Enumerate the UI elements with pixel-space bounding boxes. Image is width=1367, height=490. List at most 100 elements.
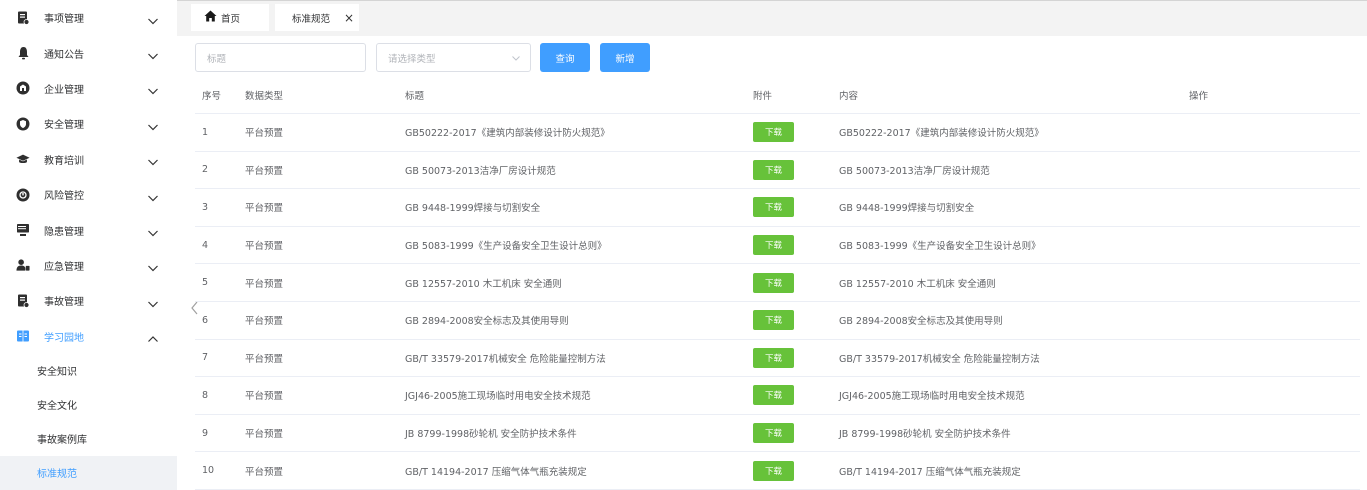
table-row: 9 平台预置 JB 8799-1998砂轮机 安全防护技术条件 下载 JB 8799-1… <box>195 415 1360 453</box>
sidebar-subitem-1[interactable]: 安全文化 <box>0 388 177 422</box>
cell-content: JB 8799-1998砂轮机 安全防护技术条件 <box>839 429 1011 441</box>
chevron-down-icon <box>147 295 159 308</box>
download-button[interactable]: 下载 <box>753 310 794 331</box>
shield-icon <box>16 117 30 131</box>
header-operation: 操作 <box>1189 91 1209 102</box>
table-row: 10 平台预置 GB/T 14194-2017 压缩气体气瓶充装规定 下载 GB/T 1… <box>195 452 1360 490</box>
book-icon <box>16 329 30 343</box>
cell-title: JB 8799-1998砂轮机 安全防护技术条件 <box>405 429 577 441</box>
cell-content: GB 12557-2010 木工机床 安全通则 <box>839 278 996 290</box>
cell-title: JGJ46-2005施工现场临时用电安全技术规范 <box>405 391 591 403</box>
sidebar-item-label: 隐患管理 <box>44 226 84 238</box>
cell-content: GB 5083-1999《生产设备安全卫生设计总则》 <box>839 241 1041 253</box>
cell-content: GB 50073-2013洁净厂房设计规范 <box>839 165 990 177</box>
type-select[interactable]: 请选择类型 <box>376 43 531 72</box>
tab-home[interactable]: 首页 <box>191 4 269 31</box>
cell-attachment: 下载 <box>747 310 832 331</box>
monitor-icon <box>16 223 30 237</box>
cell-content: GB50222-2017《建筑内部装修设计防火规范》 <box>839 128 1044 140</box>
sidebar-item-label: 企业管理 <box>44 84 84 96</box>
cell-type: 平台预置 <box>245 429 284 441</box>
cell-attachment: 下载 <box>747 272 832 293</box>
table-body: 1 平台预置 GB50222-2017《建筑内部装修设计防火规范》 下载 GB50222… <box>195 114 1360 490</box>
query-button[interactable]: 查询 <box>540 43 590 72</box>
bell-icon <box>16 46 30 60</box>
download-button[interactable]: 下载 <box>753 347 794 368</box>
download-button[interactable]: 下载 <box>753 235 794 256</box>
chevron-up-icon <box>147 330 159 343</box>
sidebar-item-2[interactable]: 企业管理 <box>0 71 177 106</box>
cell-content: GB/T 14194-2017 压缩气体气瓶充装规定 <box>839 466 1021 478</box>
cell-type: 平台预置 <box>245 128 284 140</box>
sidebar-item-label: 教育培训 <box>44 155 84 167</box>
home-icon <box>204 10 217 25</box>
download-button[interactable]: 下载 <box>753 122 794 143</box>
header-attachment: 附件 <box>753 91 773 102</box>
cell-content: GB 9448-1999焊接与切割安全 <box>839 203 975 215</box>
cell-title: GB50222-2017《建筑内部装修设计防火规范》 <box>405 128 610 140</box>
chevron-down-icon <box>147 153 159 166</box>
cell-no: 5 <box>202 277 209 289</box>
close-icon[interactable]: × <box>344 11 354 25</box>
tab-home-label: 首页 <box>221 13 241 25</box>
building-badge-icon <box>16 81 30 95</box>
cell-type: 平台预置 <box>245 466 284 478</box>
chevron-down-icon <box>147 259 159 272</box>
table-row: 4 平台预置 GB 5083-1999《生产设备安全卫生设计总则》 下载 GB 5083… <box>195 227 1360 265</box>
header-content: 内容 <box>839 91 859 102</box>
sidebar-item-3[interactable]: 安全管理 <box>0 106 177 141</box>
download-button[interactable]: 下载 <box>753 385 794 406</box>
sidebar-subitem-3[interactable]: 标准规范 <box>0 455 177 490</box>
chevron-down-icon <box>147 118 159 131</box>
sidebar-item-label: 应急管理 <box>44 261 84 273</box>
sidebar-item-5[interactable]: 风险管控 <box>0 177 177 212</box>
cell-attachment: 下载 <box>747 423 832 444</box>
download-button[interactable]: 下载 <box>753 197 794 218</box>
header-title: 标题 <box>405 91 425 102</box>
title-search-input[interactable]: 标题 <box>195 43 366 72</box>
cell-no: 10 <box>202 465 215 477</box>
cell-attachment: 下载 <box>747 235 832 256</box>
cell-no: 9 <box>202 427 209 439</box>
sidebar-subitem-0[interactable]: 安全知识 <box>0 354 177 388</box>
cell-type: 平台预置 <box>245 165 284 177</box>
sidebar-item-4[interactable]: 教育培训 <box>0 142 177 177</box>
cell-content: JGJ46-2005施工现场临时用电安全技术规范 <box>839 391 1025 403</box>
download-button[interactable]: 下载 <box>753 460 794 481</box>
sidebar-subitem-2[interactable]: 事故案例库 <box>0 422 177 456</box>
add-button[interactable]: 新增 <box>600 43 650 72</box>
cell-type: 平台预置 <box>245 316 284 328</box>
cell-attachment: 下载 <box>747 159 832 180</box>
cell-attachment: 下载 <box>747 460 832 481</box>
cell-attachment: 下载 <box>747 122 832 143</box>
sidebar-item-9[interactable]: 学习园地 <box>0 319 177 354</box>
sidebar-item-6[interactable]: 隐患管理 <box>0 212 177 247</box>
cell-title: GB 50073-2013洁净厂房设计规范 <box>405 165 556 177</box>
chevron-down-icon <box>147 47 159 60</box>
cell-attachment: 下载 <box>747 347 832 368</box>
sidebar-item-label: 安全管理 <box>44 120 84 132</box>
sidebar-item-0[interactable]: 事项管理 <box>0 0 177 35</box>
sidebar-item-label: 学习园地 <box>44 332 84 344</box>
table-row: 3 平台预置 GB 9448-1999焊接与切割安全 下载 GB 9448-1999焊接… <box>195 189 1360 227</box>
cell-type: 平台预置 <box>245 278 284 290</box>
cell-title: GB 9448-1999焊接与切割安全 <box>405 203 541 215</box>
download-button[interactable]: 下载 <box>753 272 794 293</box>
header-type: 数据类型 <box>245 91 284 102</box>
graduation-cap-icon <box>16 152 30 166</box>
tab-standards[interactable]: 标准规范 × <box>275 4 359 31</box>
download-button[interactable]: 下载 <box>753 159 794 180</box>
sidebar-item-label: 事故管理 <box>44 297 84 309</box>
table-row: 1 平台预置 GB50222-2017《建筑内部装修设计防火规范》 下载 GB50222… <box>195 114 1360 152</box>
sidebar-item-8[interactable]: 事故管理 <box>0 283 177 318</box>
cell-title: GB/T 33579-2017机械安全 危险能量控制方法 <box>405 353 606 365</box>
sidebar-item-7[interactable]: 应急管理 <box>0 248 177 283</box>
title-search-placeholder: 标题 <box>207 53 227 65</box>
cell-type: 平台预置 <box>245 241 284 253</box>
sidebar-item-1[interactable]: 通知公告 <box>0 35 177 70</box>
download-button[interactable]: 下载 <box>753 423 794 444</box>
chevron-down-icon <box>147 224 159 237</box>
chevron-down-icon <box>147 189 159 201</box>
cell-title: GB 2894-2008安全标志及其使用导则 <box>405 316 569 328</box>
sidebar-item-label: 通知公告 <box>44 49 84 61</box>
